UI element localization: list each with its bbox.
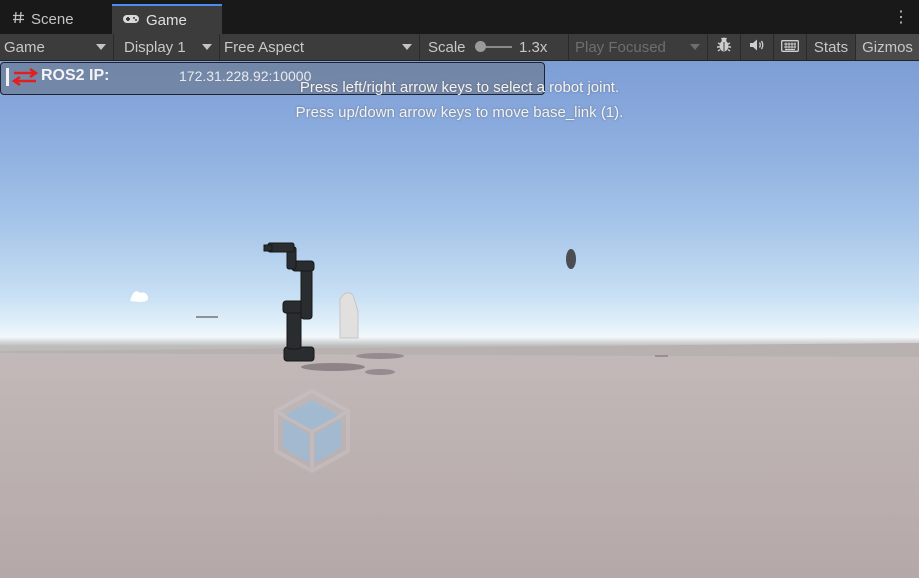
robot-shadow [301, 363, 365, 371]
floating-capsule [566, 249, 576, 269]
tab-scene-label: Scene [31, 10, 74, 28]
gizmos-button[interactable]: Gizmos [856, 34, 919, 60]
display-dropdown[interactable]: Display 1 [114, 34, 218, 60]
tab-scene[interactable]: Scene [12, 4, 74, 34]
scale-value: 1.3x [519, 38, 548, 56]
chevron-down-icon [96, 44, 106, 50]
tab-game[interactable]: Game [112, 4, 222, 34]
white-pillar [339, 292, 359, 339]
ground-plane [0, 343, 919, 357]
game-view-toolbar: Game Display 1 Free Aspect Scale 1.3x Pl… [0, 34, 919, 61]
play-mode-value: Play Focused [575, 38, 666, 56]
speaker-icon [749, 38, 765, 56]
object-shadow [356, 353, 404, 359]
window-tab-bar: Scene Game ⋮ [0, 0, 919, 34]
shortcuts-button[interactable] [774, 34, 806, 60]
instruction-text-base-move: Press up/down arrow keys to move base_li… [295, 104, 624, 121]
stats-label: Stats [813, 38, 849, 56]
aspect-dropdown[interactable]: Free Aspect [220, 34, 418, 60]
display-value: Display 1 [124, 38, 186, 56]
gamepad-icon [122, 12, 140, 29]
keyboard-icon [781, 39, 799, 56]
chevron-down-icon [202, 44, 212, 50]
chevron-down-icon [402, 44, 412, 50]
tab-game-label: Game [146, 11, 187, 29]
more-options-icon[interactable]: ⋮ [893, 8, 909, 28]
bug-icon [715, 36, 733, 58]
view-mode-dropdown[interactable]: Game [0, 34, 112, 60]
stats-button[interactable]: Stats [807, 34, 855, 60]
view-mode-value: Game [4, 38, 45, 56]
scale-slider-track[interactable] [482, 46, 512, 48]
mute-audio-button[interactable] [741, 34, 773, 60]
aspect-value: Free Aspect [224, 38, 305, 56]
robot-arm [263, 242, 315, 362]
instruction-text-joint-select: Press left/right arrow keys to select a … [299, 79, 620, 96]
white-object [130, 291, 149, 302]
gizmos-label: Gizmos [862, 38, 913, 56]
debug-toggle-button[interactable] [708, 34, 740, 60]
chevron-down-icon [690, 44, 700, 50]
unity-logo-icon [274, 388, 350, 474]
scale-slider-handle[interactable] [475, 41, 486, 52]
toolbar-divider [419, 34, 420, 60]
scale-label: Scale [428, 38, 466, 56]
game-viewport[interactable] [0, 61, 919, 578]
object-shadow [365, 369, 395, 375]
scene-render [0, 242, 919, 474]
play-mode-dropdown[interactable]: Play Focused [569, 34, 706, 60]
grid-icon [12, 11, 25, 28]
